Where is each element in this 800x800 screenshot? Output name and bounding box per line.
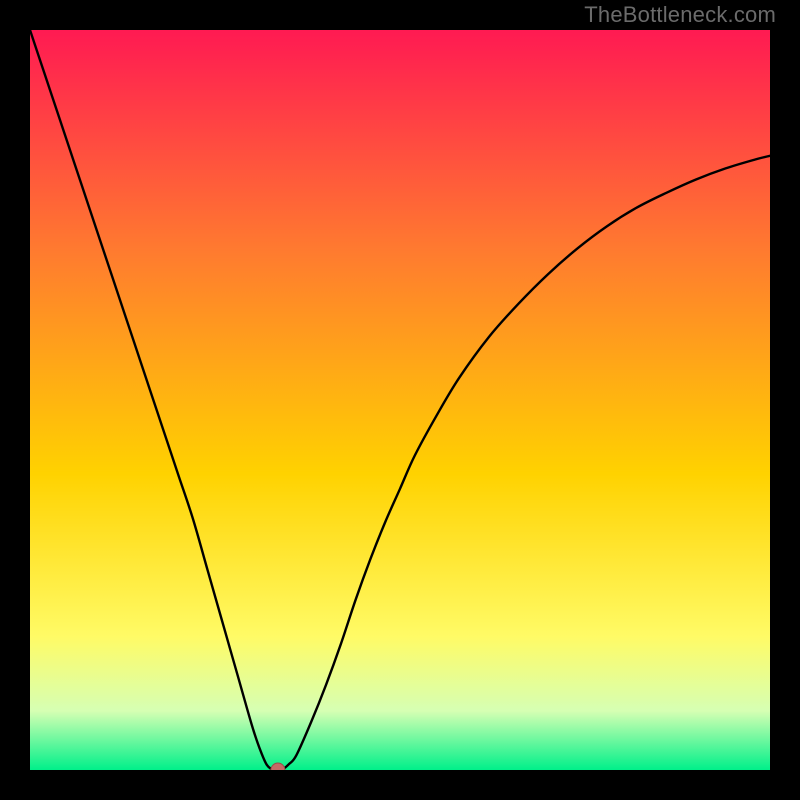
chart-svg — [30, 30, 770, 770]
watermark-text: TheBottleneck.com — [584, 2, 776, 28]
plot-area — [30, 30, 770, 770]
chart-frame: TheBottleneck.com — [0, 0, 800, 800]
gradient-background — [30, 30, 770, 770]
